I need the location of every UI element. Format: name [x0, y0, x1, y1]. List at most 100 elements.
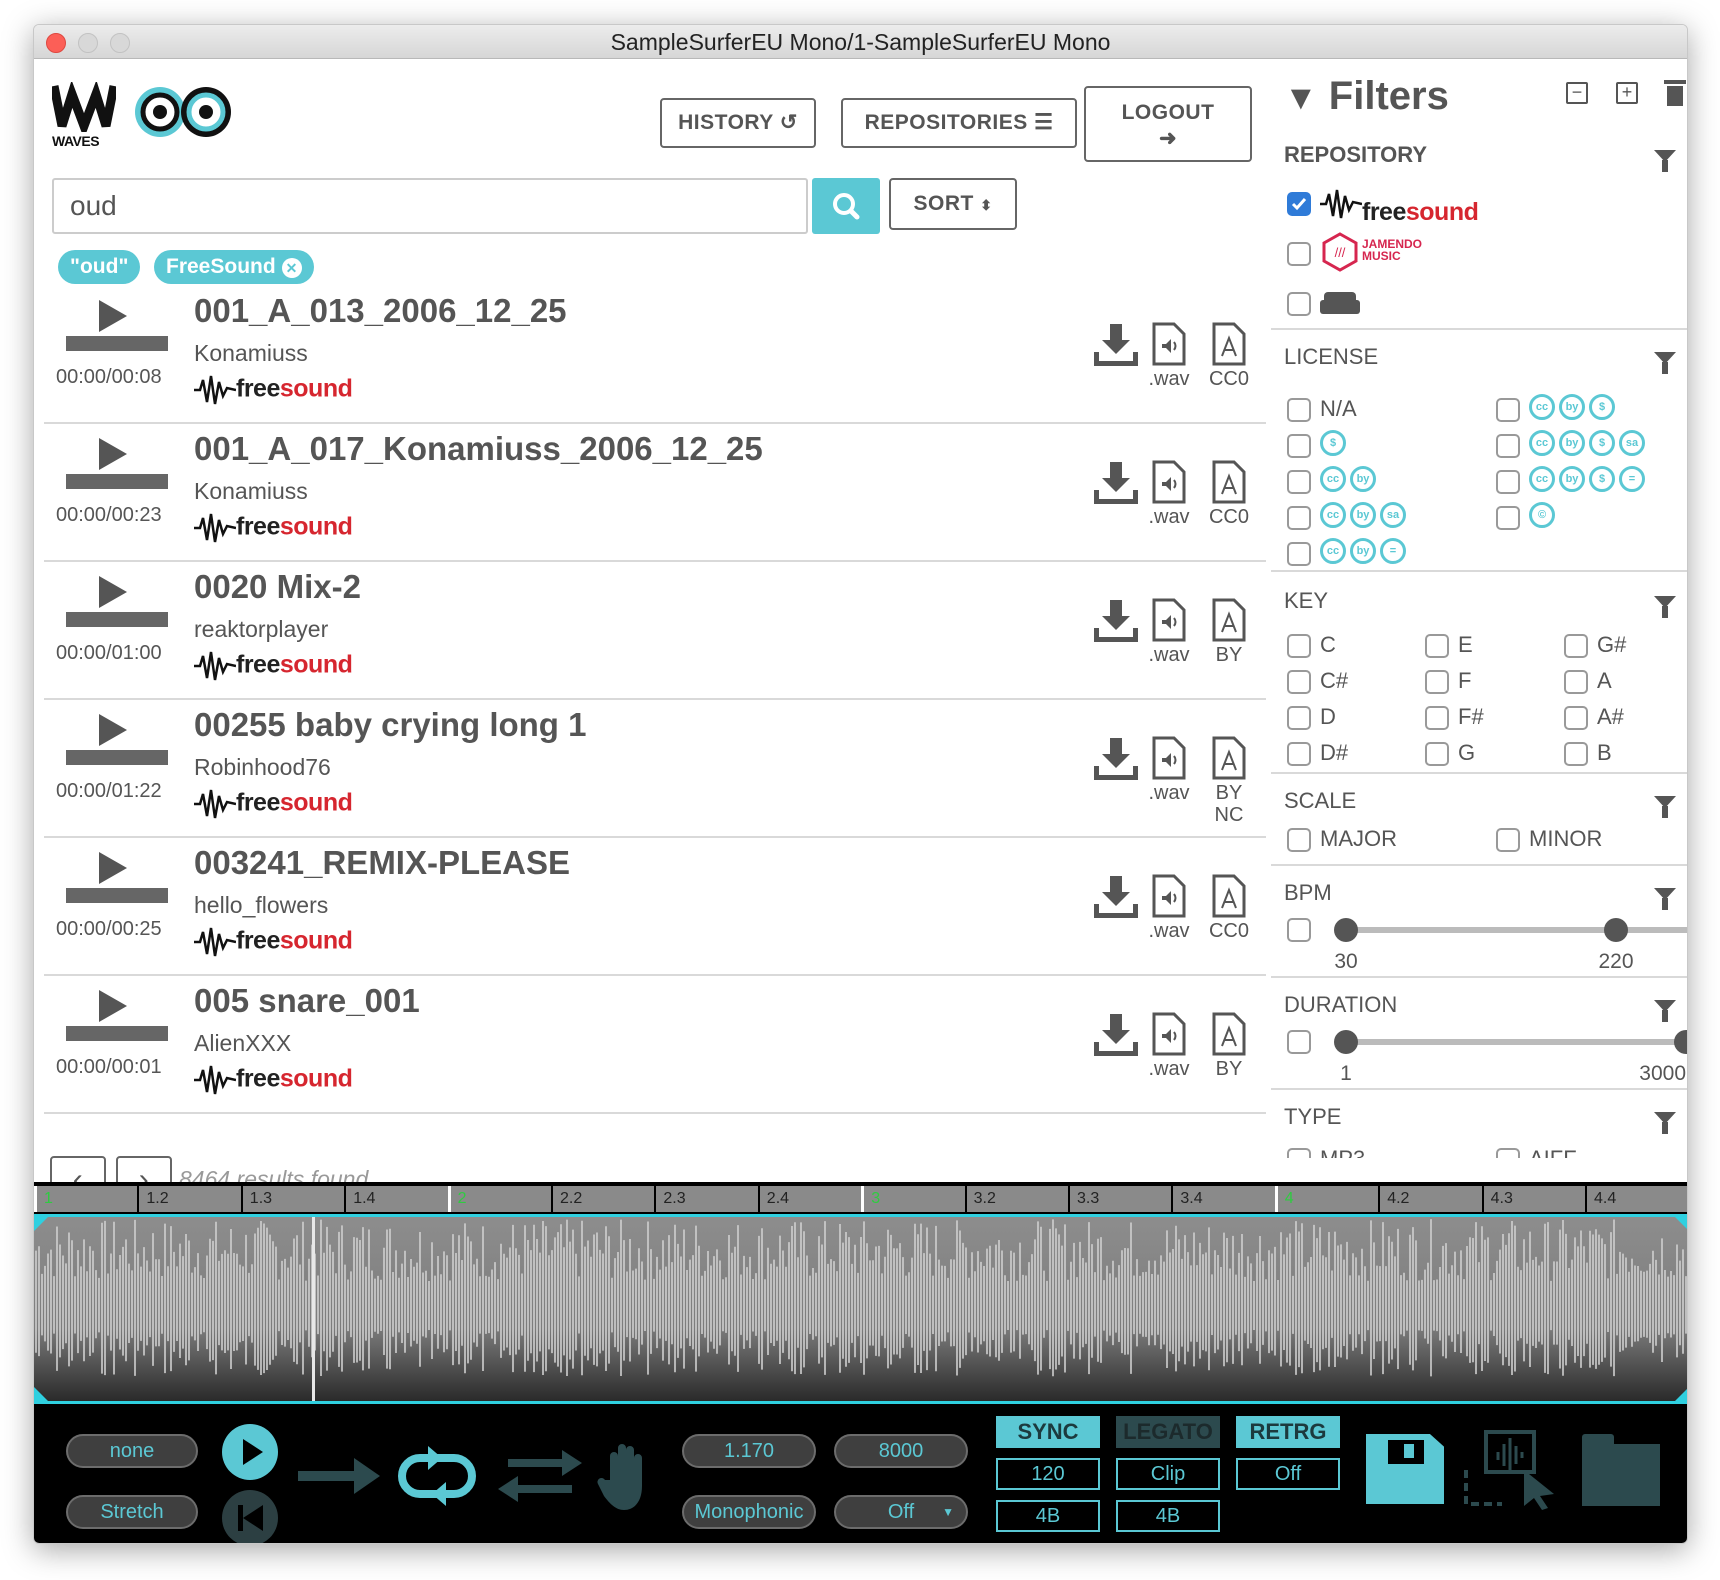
collapse-all-icon[interactable]: − — [1566, 82, 1588, 104]
bars-field-b[interactable]: 4B — [1116, 1500, 1220, 1532]
result-title[interactable]: 003241_REMIX-PLEASE — [194, 844, 570, 882]
result-row[interactable]: 00:00/00:01 005 snare_001 AlienXXX freesoun… — [44, 976, 1266, 1114]
save-icon[interactable] — [1366, 1434, 1444, 1504]
pdf-license-icon[interactable] — [1212, 460, 1246, 509]
repository-filter-icon[interactable] — [1654, 150, 1676, 172]
license-checkbox[interactable] — [1496, 506, 1520, 530]
play-icon[interactable] — [99, 990, 127, 1022]
result-title[interactable]: 0020 Mix-2 — [194, 568, 361, 606]
pdf-license-icon[interactable] — [1212, 322, 1246, 371]
remove-tag-icon[interactable]: ✕ — [281, 258, 302, 278]
duration-max-handle[interactable] — [1674, 1030, 1687, 1054]
license-checkbox[interactable] — [1287, 434, 1311, 458]
tempo-field[interactable]: 120 — [996, 1458, 1100, 1490]
key-checkbox[interactable] — [1425, 742, 1449, 766]
license-checkbox[interactable] — [1287, 506, 1311, 530]
audio-file-icon[interactable] — [1152, 874, 1186, 923]
result-title[interactable]: 001_A_013_2006_12_25 — [194, 292, 567, 330]
audio-file-icon[interactable] — [1152, 322, 1186, 371]
pitch-field[interactable]: 1.170 — [682, 1434, 816, 1468]
jamendo-checkbox[interactable] — [1287, 242, 1311, 266]
search-button[interactable] — [812, 178, 880, 234]
ping-pong-icon[interactable] — [498, 1450, 582, 1507]
key-checkbox[interactable] — [1287, 670, 1311, 694]
download-icon[interactable] — [1093, 874, 1139, 923]
play-icon[interactable] — [99, 576, 127, 608]
type-mp3-checkbox[interactable] — [1287, 1148, 1311, 1158]
scale-filter-icon[interactable] — [1654, 796, 1676, 818]
sample-end-marker[interactable] — [1675, 1387, 1687, 1401]
audio-file-icon[interactable] — [1152, 598, 1186, 647]
drag-export-icon[interactable] — [1462, 1430, 1562, 1515]
rewind-button[interactable] — [222, 1490, 278, 1543]
result-row[interactable]: 00:00/00:08 001_A_013_2006_12_25 Konamiuss… — [44, 286, 1266, 424]
download-icon[interactable] — [1093, 598, 1139, 647]
license-checkbox[interactable] — [1287, 542, 1311, 566]
download-icon[interactable] — [1093, 1012, 1139, 1061]
duration-min-handle[interactable] — [1334, 1030, 1358, 1054]
pdf-license-icon[interactable] — [1212, 736, 1246, 785]
bpm-filter-icon[interactable] — [1654, 888, 1676, 910]
download-icon[interactable] — [1093, 322, 1139, 371]
retrig-toggle[interactable]: RETRG — [1236, 1416, 1340, 1448]
one-shot-arrow-icon[interactable] — [298, 1456, 380, 1501]
sample-start-marker[interactable] — [34, 1387, 48, 1401]
audio-file-icon[interactable] — [1152, 1012, 1186, 1061]
duration-checkbox[interactable] — [1287, 1030, 1311, 1054]
license-checkbox[interactable] — [1496, 470, 1520, 494]
timeline-ruler[interactable]: 1 1.2 1.3 1.4 2 2.2 2.3 2.4 3 3.2 3.3 3.4 4 4.2 4.3 4.4 — [34, 1182, 1687, 1214]
waveform-display[interactable] — [34, 1214, 1687, 1404]
close-window-icon[interactable] — [46, 33, 66, 53]
key-checkbox[interactable] — [1564, 706, 1588, 730]
download-icon[interactable] — [1093, 736, 1139, 785]
progress-bar[interactable] — [66, 750, 168, 765]
result-title[interactable]: 001_A_017_Konamiuss_2006_12_25 — [194, 430, 763, 468]
progress-bar[interactable] — [66, 1026, 168, 1041]
bpm-min-handle[interactable] — [1334, 918, 1358, 942]
sort-button[interactable]: SORT ⬍ — [889, 178, 1017, 230]
duration-filter-icon[interactable] — [1654, 1000, 1676, 1022]
logout-button[interactable]: LOGOUT ➜ — [1084, 86, 1252, 162]
bpm-checkbox[interactable] — [1287, 918, 1311, 942]
bpm-slider-track[interactable] — [1346, 927, 1687, 933]
sync-toggle[interactable]: SYNC — [996, 1416, 1100, 1448]
voice-mode-select[interactable]: Monophonic — [682, 1495, 816, 1529]
loop-icon[interactable] — [392, 1446, 482, 1511]
off-select[interactable]: Off ▼ — [834, 1495, 968, 1529]
expand-all-icon[interactable]: + — [1616, 82, 1638, 104]
stretch-mode-select[interactable]: none — [66, 1434, 198, 1468]
search-tag-query[interactable]: "oud" — [58, 250, 141, 284]
result-row[interactable]: 00:00/01:00 0020 Mix-2 reaktorplayer freeso… — [44, 562, 1266, 700]
license-filter-icon[interactable] — [1654, 352, 1676, 374]
duration-slider-track[interactable] — [1346, 1039, 1686, 1045]
result-title[interactable]: 00255 baby crying long 1 — [194, 706, 587, 744]
pdf-license-icon[interactable] — [1212, 874, 1246, 923]
legato-toggle[interactable]: LEGATO — [1116, 1416, 1220, 1448]
loop-start-marker[interactable] — [34, 1217, 48, 1231]
playhead[interactable] — [312, 1217, 315, 1401]
download-icon[interactable] — [1093, 460, 1139, 509]
result-title[interactable]: 005 snare_001 — [194, 982, 420, 1020]
bpm-max-handle[interactable] — [1604, 918, 1628, 942]
hand-icon[interactable] — [596, 1440, 658, 1517]
result-row[interactable]: 00:00/00:23 001_A_017_Konamiuss_2006_12_2… — [44, 424, 1266, 562]
license-checkbox[interactable] — [1287, 398, 1311, 422]
key-checkbox[interactable] — [1287, 742, 1311, 766]
folder-icon[interactable] — [1582, 1434, 1660, 1506]
search-tag-repository[interactable]: FreeSound ✕ — [154, 250, 314, 284]
license-checkbox[interactable] — [1287, 470, 1311, 494]
scale-major-checkbox[interactable] — [1287, 828, 1311, 852]
repositories-button[interactable]: REPOSITORIES ☰ — [841, 98, 1077, 148]
pdf-license-icon[interactable] — [1212, 598, 1246, 647]
progress-bar[interactable] — [66, 336, 168, 351]
sample-rate-field[interactable]: 8000 — [834, 1434, 968, 1468]
history-button[interactable]: HISTORY ↺ — [660, 98, 816, 148]
pdf-license-icon[interactable] — [1212, 1012, 1246, 1061]
play-icon[interactable] — [99, 438, 127, 470]
key-checkbox[interactable] — [1564, 670, 1588, 694]
clip-field[interactable]: Clip — [1116, 1458, 1220, 1490]
progress-bar[interactable] — [66, 888, 168, 903]
progress-bar[interactable] — [66, 474, 168, 489]
type-aiff-checkbox[interactable] — [1496, 1148, 1520, 1158]
type-filter-icon[interactable] — [1654, 1112, 1676, 1134]
